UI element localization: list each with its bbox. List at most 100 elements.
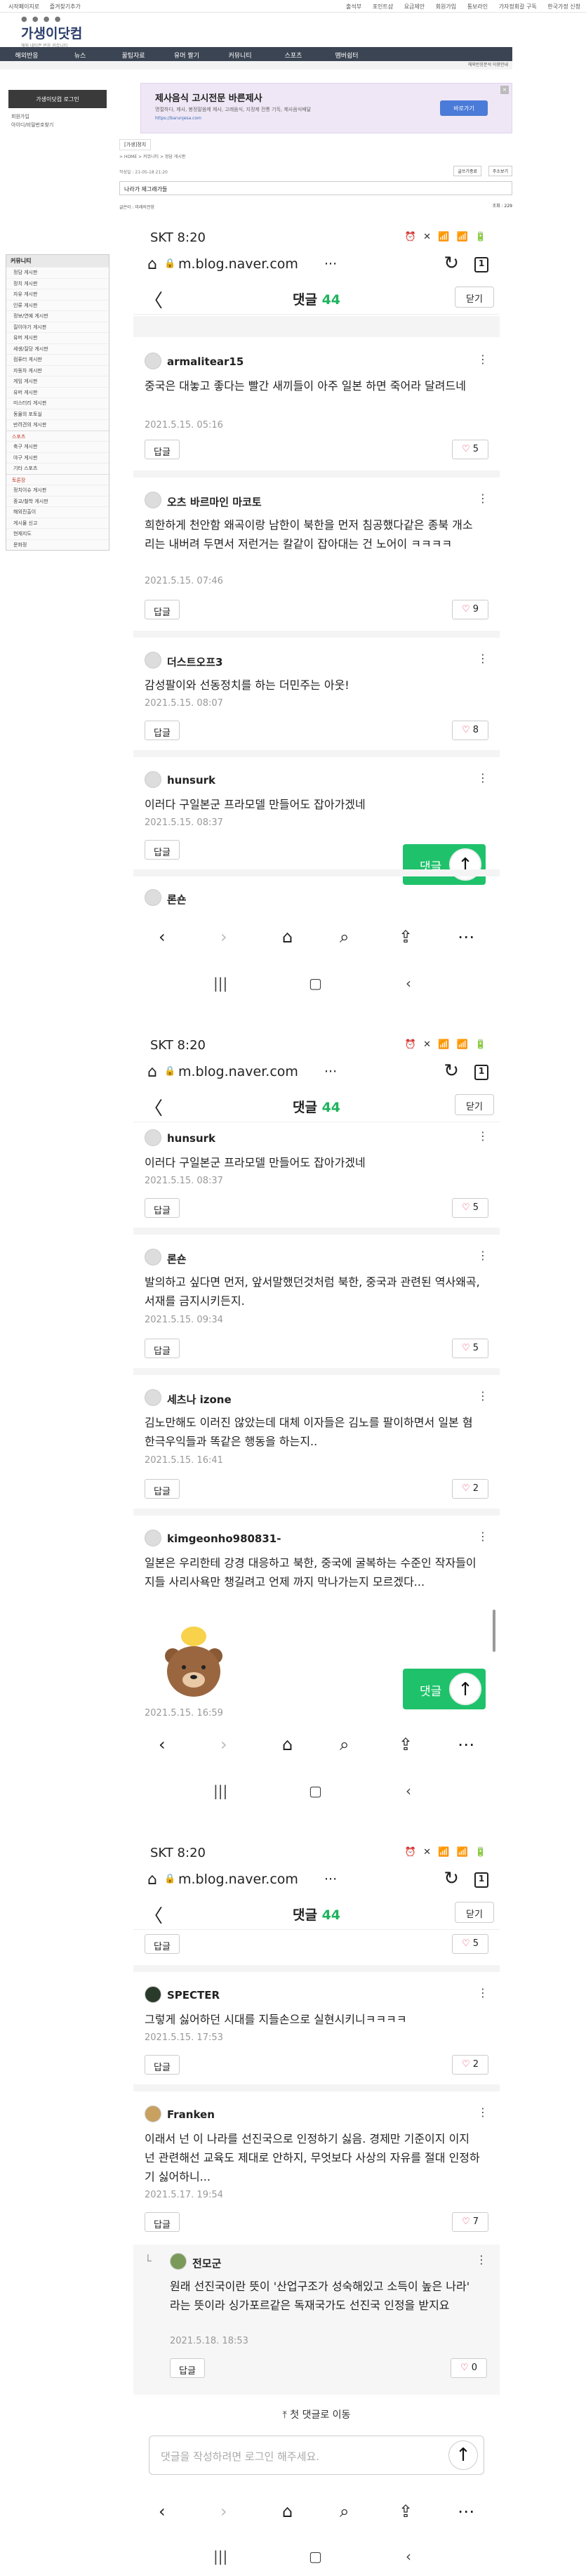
nav-item-overseas[interactable]: 해외반응: [0, 48, 53, 63]
search-icon[interactable]: ⌕: [340, 1735, 349, 1754]
more-menu-icon[interactable]: ⋯: [458, 2502, 474, 2521]
tab-count[interactable]: 1: [474, 1872, 488, 1888]
back-arrow-icon[interactable]: ‹: [159, 1735, 166, 1754]
more-icon[interactable]: ⋮: [477, 1249, 488, 1262]
share-icon[interactable]: ⇪: [399, 927, 413, 947]
more-icon[interactable]: ⋮: [477, 353, 488, 366]
ad-url[interactable]: https://barunjesa.com: [155, 116, 201, 121]
signup-link[interactable]: 회원가입: [11, 112, 112, 121]
more-icon[interactable]: ⋮: [477, 1389, 488, 1402]
category-item[interactable]: 기타 스포츠: [6, 463, 109, 474]
scroll-top-icon[interactable]: ↑: [449, 1673, 481, 1705]
nav-item-humor[interactable]: 유머 짤기: [160, 48, 213, 63]
reload-icon[interactable]: ↻: [444, 1868, 459, 1889]
recent-apps-icon[interactable]: |||: [213, 2548, 227, 2565]
top-link-3[interactable]: 요금제안: [404, 4, 425, 10]
category-item[interactable]: 미스터리 게시판: [6, 397, 109, 409]
comment-author[interactable]: Franken: [167, 2108, 215, 2121]
home-icon[interactable]: ⌂: [282, 1735, 293, 1754]
comment-author[interactable]: hunsurk: [167, 1132, 215, 1145]
close-button[interactable]: 닫기: [455, 1094, 494, 1115]
top-link-4[interactable]: 회원가입: [436, 4, 456, 10]
like-button[interactable]: ♡ 2: [452, 2055, 488, 2075]
comment-author[interactable]: armalitear15: [167, 355, 244, 368]
home-button-icon[interactable]: ▢: [309, 2548, 322, 2565]
url-text[interactable]: m.blog.naver.com: [178, 1872, 298, 1887]
category-item[interactable]: 반려견의 게시판: [6, 419, 109, 431]
url-text[interactable]: m.blog.naver.com: [178, 1064, 298, 1079]
avatar[interactable]: [145, 1129, 161, 1146]
scroll-top-icon[interactable]: ↑: [448, 2440, 478, 2470]
top-link-7[interactable]: 한국가정 신청: [547, 4, 580, 10]
comment-author[interactable]: SPECTER: [167, 1989, 220, 2002]
category-item[interactable]: 자유 게시판: [6, 289, 109, 300]
category-item[interactable]: 인류 게시판: [6, 299, 109, 311]
ad-go-button[interactable]: 바로가기: [440, 100, 488, 116]
comment-fab[interactable]: 댓글 ↑: [403, 844, 486, 885]
more-icon[interactable]: ⋮: [477, 2105, 488, 2119]
category-item[interactable]: 게임 게시판: [6, 376, 109, 387]
tab-count[interactable]: 1: [474, 1065, 488, 1080]
login-button[interactable]: 가생이닷컴 로그인: [8, 90, 107, 108]
avatar[interactable]: [145, 1249, 161, 1266]
more-icon[interactable]: ⋮: [476, 2253, 487, 2266]
category-item[interactable]: 정치 게시판: [6, 277, 109, 289]
like-button[interactable]: ♡ 5: [452, 1339, 488, 1358]
top-link-start[interactable]: 시작페이지로: [8, 4, 39, 10]
more-menu-icon[interactable]: ⋯: [458, 927, 474, 947]
reply-button[interactable]: 답글: [145, 1198, 180, 1218]
avatar[interactable]: [145, 1986, 161, 2003]
comment-author[interactable]: 론숀: [167, 892, 187, 907]
category-item[interactable]: 정보/연예 게시판: [6, 310, 109, 322]
scrollbar[interactable]: [493, 1610, 495, 1652]
recent-apps-icon[interactable]: |||: [213, 975, 227, 992]
more-icon[interactable]: ⋮: [477, 771, 488, 784]
top-link-6[interactable]: 가자정회갈 구독: [499, 4, 537, 10]
post-action-button[interactable]: 글쓰기종료: [453, 166, 481, 176]
more-icon[interactable]: ⋮: [477, 1530, 488, 1543]
category-item[interactable]: 현재지도: [6, 528, 109, 539]
avatar[interactable]: [145, 2105, 161, 2122]
reply-button[interactable]: 답글: [145, 2055, 180, 2075]
recent-apps-icon[interactable]: |||: [213, 1782, 227, 1799]
close-button[interactable]: 닫기: [455, 1902, 494, 1923]
like-button[interactable]: ♡ 7: [452, 2212, 488, 2232]
comment-author[interactable]: kimgeonho980831-: [167, 1532, 281, 1545]
forward-arrow-icon[interactable]: ›: [220, 927, 227, 947]
reply-button[interactable]: 답글: [145, 1479, 180, 1499]
comment-author[interactable]: 론숀: [167, 1251, 187, 1266]
avatar[interactable]: [145, 1530, 161, 1546]
lock-icon[interactable]: 🔒: [164, 1874, 175, 1884]
find-account-link[interactable]: 아이디/비밀번호찾기: [11, 121, 112, 129]
search-icon[interactable]: ⌕: [340, 2502, 349, 2521]
reply-button[interactable]: 답글: [145, 600, 180, 619]
url-more-icon[interactable]: ···: [324, 256, 337, 272]
avatar[interactable]: [145, 353, 161, 369]
tab-count[interactable]: 1: [474, 257, 488, 272]
like-button[interactable]: ♡ 2: [452, 1479, 488, 1499]
reply-button[interactable]: 답글: [145, 2212, 180, 2232]
avatar[interactable]: [145, 652, 161, 669]
comment-author[interactable]: 오츠 바르마인 마코토: [167, 494, 262, 509]
comment-author[interactable]: hunsurk: [167, 774, 215, 787]
nav-item-tips[interactable]: 꿀팁자료: [107, 48, 160, 63]
avatar[interactable]: [145, 1389, 161, 1406]
home-button-icon[interactable]: ▢: [309, 975, 322, 992]
reply-button[interactable]: 답글: [170, 2358, 205, 2378]
home-button-icon[interactable]: ▢: [309, 1782, 322, 1799]
back-arrow-icon[interactable]: ‹: [159, 927, 166, 947]
category-item[interactable]: 게시물 신고: [6, 517, 109, 529]
top-link-2[interactable]: 포인트샵: [373, 4, 393, 10]
like-button[interactable]: ♡ 0: [451, 2358, 487, 2378]
copy-address-button[interactable]: 주소보기: [488, 166, 512, 176]
nav-item-news[interactable]: 뉴스: [53, 48, 107, 63]
url-text[interactable]: m.blog.naver.com: [178, 256, 298, 272]
reply-button[interactable]: 답글: [145, 721, 180, 740]
more-menu-icon[interactable]: ⋯: [458, 1735, 474, 1754]
like-button[interactable]: ♡ 9: [452, 600, 488, 619]
like-button[interactable]: ♡ 5: [452, 1198, 488, 1218]
category-item[interactable]: 문화정: [6, 539, 109, 551]
search-icon[interactable]: ⌕: [340, 927, 349, 947]
reply-button[interactable]: 답글: [145, 1934, 180, 1954]
ad-close-icon[interactable]: ×: [500, 86, 509, 94]
